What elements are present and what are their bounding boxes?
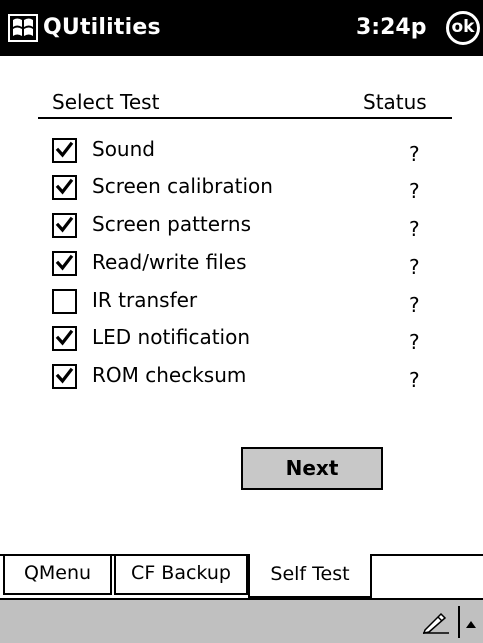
test-label: LED notification — [92, 325, 251, 349]
up-arrow-icon[interactable] — [464, 614, 478, 628]
checkmark-icon — [55, 141, 74, 158]
led-notification-checkbox[interactable] — [52, 326, 77, 351]
test-row-read-write-files[interactable]: Read/write files ? — [52, 248, 452, 279]
rom-checksum-checkbox[interactable] — [52, 364, 77, 389]
checkmark-icon — [55, 178, 74, 195]
start-flag-icon[interactable] — [8, 14, 38, 42]
pen-icon[interactable] — [421, 610, 451, 634]
tab-qmenu[interactable]: QMenu — [3, 556, 112, 595]
test-status: ? — [409, 368, 420, 392]
sip-divider — [458, 606, 460, 638]
test-label: Screen calibration — [92, 174, 273, 198]
test-label: Sound — [92, 137, 155, 161]
active-tab-gap — [250, 554, 370, 557]
next-button[interactable]: Next — [241, 447, 383, 490]
test-row-screen-patterns[interactable]: Screen patterns ? — [52, 210, 452, 241]
checkmark-icon — [55, 216, 74, 233]
test-label: ROM checksum — [92, 363, 247, 387]
test-row-rom-checksum[interactable]: ROM checksum ? — [52, 361, 452, 392]
command-bar — [0, 598, 483, 643]
select-test-header: Select Test — [52, 90, 160, 114]
checkmark-icon — [55, 329, 74, 346]
screen-calibration-checkbox[interactable] — [52, 175, 77, 200]
test-status: ? — [409, 293, 420, 317]
test-row-led-notification[interactable]: LED notification ? — [52, 323, 452, 354]
test-status: ? — [409, 217, 420, 241]
test-status: ? — [409, 330, 420, 354]
header-divider — [38, 117, 452, 119]
tab-self-test[interactable]: Self Test — [248, 554, 372, 598]
test-status: ? — [409, 179, 420, 203]
test-label: IR transfer — [92, 288, 198, 312]
test-status: ? — [409, 255, 420, 279]
test-label: Read/write files — [92, 250, 247, 274]
read-write-files-checkbox[interactable] — [52, 251, 77, 276]
tab-cf-backup[interactable]: CF Backup — [114, 556, 248, 595]
title-bar: QUtilities 3:24p ok — [0, 0, 483, 56]
ir-transfer-checkbox[interactable] — [52, 289, 77, 314]
test-status: ? — [409, 142, 420, 166]
screen-patterns-checkbox[interactable] — [52, 213, 77, 238]
test-row-sound[interactable]: Sound ? — [52, 135, 452, 166]
test-row-ir-transfer[interactable]: IR transfer ? — [52, 286, 452, 317]
app-title: QUtilities — [43, 15, 161, 40]
status-header: Status — [363, 90, 427, 114]
ok-icon[interactable]: ok — [446, 11, 480, 45]
clock[interactable]: 3:24p — [356, 14, 426, 42]
sound-checkbox[interactable] — [52, 138, 77, 163]
checkmark-icon — [55, 254, 74, 271]
tab-bar: QMenu CF Backup Self Test — [0, 554, 483, 598]
test-row-screen-calibration[interactable]: Screen calibration ? — [52, 172, 452, 203]
checkmark-icon — [55, 367, 74, 384]
test-label: Screen patterns — [92, 212, 252, 236]
